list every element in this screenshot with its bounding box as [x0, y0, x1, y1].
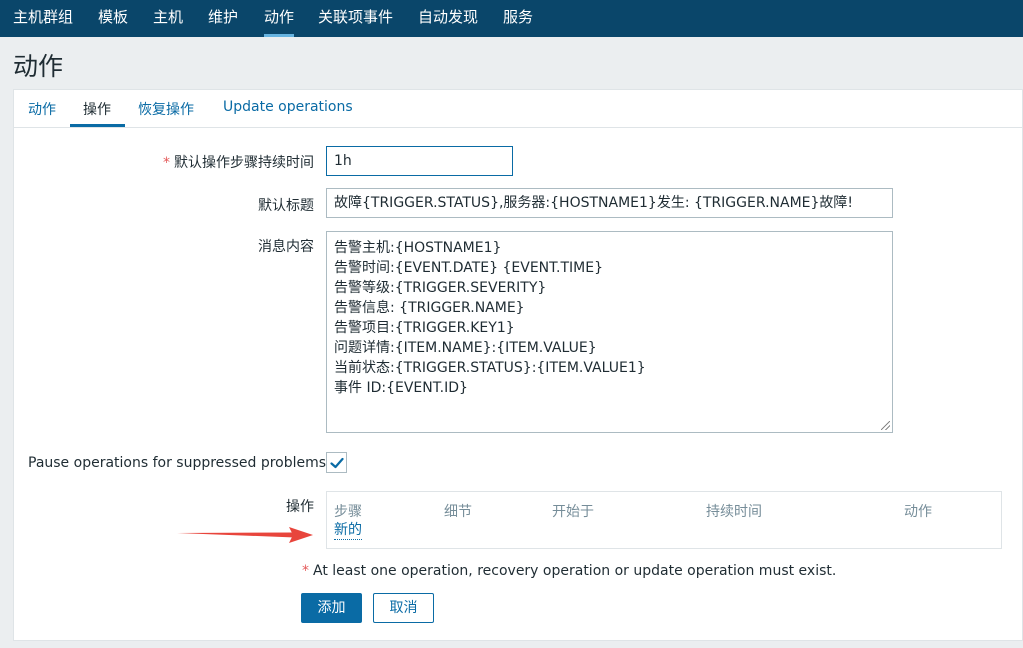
column-header-details: 细节: [444, 504, 472, 520]
tab-action[interactable]: 动作: [28, 99, 56, 119]
duration-label: * 默认操作步骤持续时间: [163, 155, 314, 171]
tab-recovery-operations[interactable]: 恢复操作: [138, 99, 194, 119]
form-panel: 动作 操作 恢复操作 Update operations * 默认操作步骤持续时间…: [13, 89, 1023, 641]
nav-item-discovery[interactable]: 自动发现: [418, 0, 478, 37]
annotation-arrow-icon: [177, 527, 313, 543]
new-operation-link[interactable]: 新的: [334, 522, 362, 540]
nav-item-correlation[interactable]: 关联项事件: [318, 0, 393, 37]
message-line: 告警项目:{TRIGGER.KEY1}: [334, 320, 515, 336]
pause-checkbox[interactable]: [326, 452, 347, 473]
column-header-step: 步骤: [334, 504, 362, 520]
resize-handle[interactable]: [881, 421, 890, 430]
message-label: 消息内容: [258, 239, 314, 255]
nav-item-maintenance[interactable]: 维护: [208, 0, 238, 37]
subject-label: 默认标题: [258, 198, 314, 214]
message-line: 告警主机:{HOSTNAME1}: [334, 240, 502, 256]
tab-update-operations[interactable]: Update operations: [223, 99, 353, 115]
nav-item-services[interactable]: 服务: [503, 0, 533, 37]
required-mark: *: [163, 155, 170, 171]
column-header-action: 动作: [904, 504, 932, 520]
message-textarea[interactable]: 告警主机:{HOSTNAME1} 告警时间:{EVENT.DATE} {EVEN…: [326, 231, 893, 433]
nav-item-templates[interactable]: 模板: [98, 0, 128, 37]
message-line: 当前状态:{TRIGGER.STATUS}:{ITEM.VALUE1}: [334, 360, 646, 376]
subject-input[interactable]: 故障{TRIGGER.STATUS},服务器:{HOSTNAME1}发生: {T…: [326, 188, 893, 218]
tab-operations[interactable]: 操作: [83, 99, 111, 119]
cancel-button[interactable]: 取消: [373, 593, 434, 623]
message-line: 告警信息: {TRIGGER.NAME}: [334, 300, 525, 316]
duration-input[interactable]: 1h: [326, 146, 513, 176]
validation-warning: * At least one operation, recovery operat…: [302, 563, 837, 579]
add-button[interactable]: 添加: [301, 593, 362, 623]
nav-item-hosts[interactable]: 主机: [153, 0, 183, 37]
message-line: 问题详情:{ITEM.NAME}:{ITEM.VALUE}: [334, 340, 597, 356]
message-line: 告警时间:{EVENT.DATE} {EVENT.TIME}: [334, 260, 603, 276]
tab-bar: 动作 操作 恢复操作 Update operations: [14, 90, 1023, 128]
checkmark-icon: [330, 457, 344, 469]
message-line: 事件 ID:{EVENT.ID}: [334, 380, 468, 396]
column-header-start-in: 开始于: [552, 504, 594, 520]
page-title: 动作: [13, 52, 64, 81]
operations-label: 操作: [286, 499, 314, 515]
message-line: 告警等级:{TRIGGER.SEVERITY}: [334, 280, 547, 296]
active-tab-indicator: [70, 124, 125, 127]
nav-item-host-groups[interactable]: 主机群组: [13, 0, 73, 37]
operations-table: 步骤 细节 开始于 持续时间 动作 新的: [326, 491, 1002, 549]
column-header-duration: 持续时间: [706, 504, 762, 520]
pause-label: Pause operations for suppressed problems: [28, 455, 327, 471]
top-navigation: 主机群组 模板 主机 维护 动作 关联项事件 自动发现 服务: [0, 0, 1023, 37]
nav-item-actions[interactable]: 动作: [264, 0, 295, 37]
